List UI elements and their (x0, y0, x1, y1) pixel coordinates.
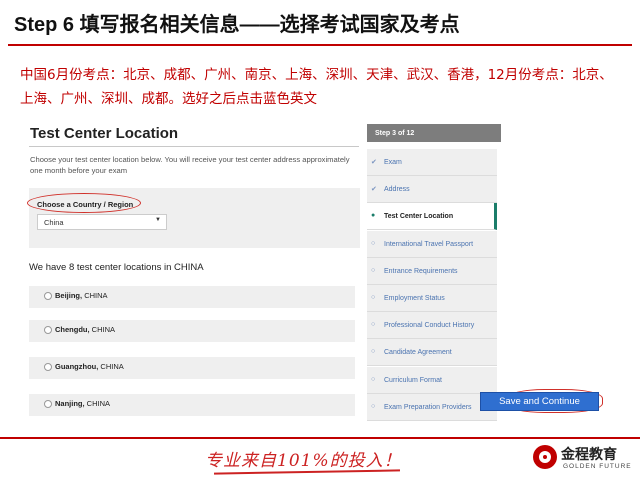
step-item-test-center-location[interactable]: ● Test Center Location (367, 203, 497, 231)
step-label: Employment Status (384, 295, 445, 302)
step-label: Curriculum Format (384, 376, 442, 384)
check-icon: ✔ (371, 186, 377, 194)
step-item-exam-preparation-providers[interactable]: ○ Exam Preparation Providers (367, 393, 497, 421)
step-item-address[interactable]: ✔ Address (367, 176, 497, 204)
location-country: CHINA (100, 362, 124, 371)
circle-icon: ○ (371, 266, 376, 274)
radio-icon[interactable] (44, 292, 52, 300)
country-select[interactable]: China ▼ (37, 214, 167, 230)
location-option[interactable]: Guangzhou, CHINA (29, 357, 355, 379)
location-label: Guangzhou, CHINA (55, 362, 124, 371)
location-country: CHINA (84, 291, 108, 300)
step-item-international-travel-passport[interactable]: ○ International Travel Passport (367, 230, 497, 258)
footer-divider (0, 437, 640, 439)
location-city: Beijing (55, 291, 81, 300)
step-item-exam[interactable]: ✔ Exam (367, 149, 497, 176)
circle-icon: ○ (371, 402, 376, 410)
logo-tagline: GOLDEN FUTURE (563, 463, 632, 470)
location-city: Nanjing (55, 399, 83, 408)
location-label: Nanjing, CHINA (55, 399, 110, 408)
location-option[interactable]: Beijing, CHINA (29, 286, 355, 308)
step-item-candidate-agreement[interactable]: ○ Candidate Agreement (367, 339, 497, 367)
registration-screenshot: Test Center Location Choose your test ce… (27, 120, 503, 430)
step-label: Test Center Location (384, 213, 454, 221)
slide-title: Step 6 填写报名相关信息——选择考试国家及考点 (14, 14, 460, 36)
radio-icon[interactable] (44, 400, 52, 408)
title-divider (8, 44, 632, 46)
country-label: Choose a Country / Region (37, 200, 134, 209)
location-option[interactable]: Chengdu, CHINA (29, 320, 355, 342)
step-label: Professional Conduct History (384, 322, 475, 330)
logo-icon (533, 445, 557, 469)
location-country: CHINA (91, 325, 116, 334)
radio-icon[interactable] (44, 326, 52, 334)
step-label: Entrance Requirements (384, 267, 458, 275)
country-select-value: China (44, 218, 64, 227)
title-divider-line (29, 146, 359, 147)
slogan: 专业来自101%的投入！ (205, 451, 402, 471)
location-count: We have 8 test center locations in CHINA (29, 262, 204, 273)
step-item-entrance-requirements[interactable]: ○ Entrance Requirements (367, 257, 497, 285)
location-city: Guangzhou (55, 362, 97, 371)
circle-icon: ○ (371, 294, 376, 301)
logo-name: 金程教育 (561, 447, 617, 463)
chevron-down-icon: ▼ (155, 217, 161, 223)
step-item-professional-conduct-history[interactable]: ○ Professional Conduct History (367, 312, 497, 340)
step-item-curriculum-format[interactable]: ○ Curriculum Format (367, 366, 497, 394)
step-label: International Travel Passport (384, 240, 474, 248)
exam-city-notice: 中国6月份考点：北京、成都、广州、南京、上海、深圳、天津、武汉、香港，12月份考… (20, 67, 613, 107)
location-country: CHINA (86, 399, 111, 408)
circle-icon: ○ (371, 239, 376, 247)
location-option[interactable]: Nanjing, CHINA (29, 394, 355, 416)
circle-icon: ○ (371, 375, 376, 383)
circle-icon: ○ (371, 321, 376, 329)
step-label: Candidate Agreement (384, 349, 452, 357)
page-description: Choose your test center location below. … (30, 155, 350, 175)
step-label: Address (384, 186, 410, 194)
location-label: Chengdu, CHINA (55, 325, 115, 334)
dot-icon: ● (371, 212, 376, 220)
location-city: Chengdu (55, 325, 88, 334)
step-label: Exam (384, 159, 402, 166)
check-icon: ✔ (371, 159, 377, 166)
steps-header: Step 3 of 12 (367, 124, 501, 142)
page-title: Test Center Location (30, 125, 179, 142)
save-and-continue-button[interactable]: Save and Continue (480, 392, 599, 411)
radio-icon[interactable] (44, 363, 52, 371)
country-panel: Choose a Country / Region China ▼ (27, 188, 360, 248)
circle-icon: ○ (371, 348, 376, 356)
step-item-employment-status[interactable]: ○ Employment Status (367, 285, 497, 312)
location-label: Beijing, CHINA (55, 291, 108, 300)
step-label: Exam Preparation Providers (384, 403, 472, 411)
